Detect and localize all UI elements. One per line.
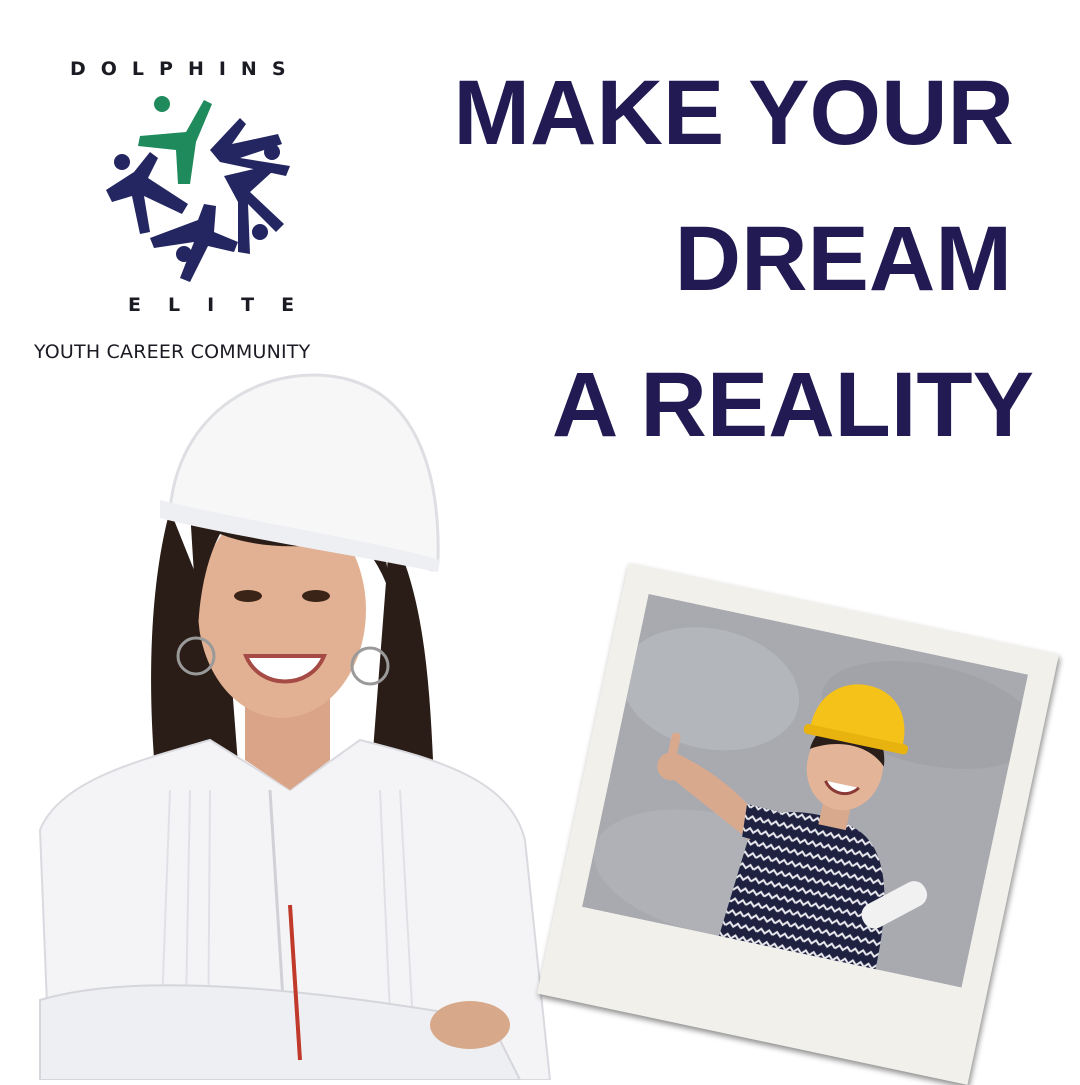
five-figures-circle-logo-icon: [106, 96, 290, 282]
woman-in-white-hard-hat-photo: [38, 373, 552, 1080]
polaroid-frame: [537, 563, 1059, 1085]
boy-in-yellow-hard-hat-thumbs-up-photo: [582, 593, 1029, 988]
right-eye: [302, 590, 330, 602]
figure-navy-3: [150, 204, 238, 282]
hand: [430, 1001, 510, 1049]
polaroid-photo: [582, 593, 1029, 988]
brand-logo: DOLPHINS ELITE YOUTH CAREER COMMUNITY: [0, 0, 420, 380]
left-eye: [234, 590, 262, 602]
figure-navy-1: [210, 118, 290, 176]
headline-line-2: DREAM: [674, 208, 1012, 310]
brand-name-top: DOLPHINS: [70, 58, 301, 80]
brand-name-bottom: ELITE: [128, 294, 322, 316]
headline-line-1: MAKE YOUR: [453, 62, 1014, 164]
figure-navy-4: [106, 152, 188, 234]
